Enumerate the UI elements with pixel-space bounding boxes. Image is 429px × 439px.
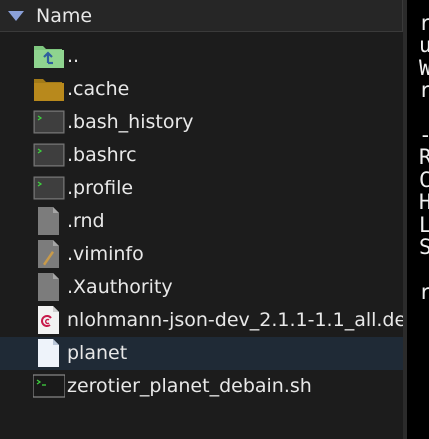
file-name-label: .bash_history: [67, 111, 194, 133]
terminal-line: -: [419, 124, 429, 146]
file-name-label: .cache: [67, 78, 130, 100]
parent-folder-icon: [33, 42, 65, 70]
file-row-zerotier-planet-debain-sh[interactable]: zerotier_planet_debain.sh: [0, 370, 403, 403]
column-header-name[interactable]: Name: [0, 0, 403, 32]
terminal-line: r: [419, 11, 429, 35]
terminal-file-icon: [33, 108, 65, 136]
generic-file-icon: [33, 207, 65, 235]
text-edit-file-icon: [33, 240, 65, 268]
file-row-bash-history[interactable]: .bash_history: [0, 106, 403, 139]
file-name-label: .viminfo: [67, 243, 144, 265]
file-list-panel: Name .. .cache .bash_history .bashrc .profil…: [0, 0, 403, 439]
terminal-line: R: [419, 145, 429, 170]
file-row-viminfo[interactable]: .viminfo: [0, 238, 403, 271]
terminal-file-icon: [33, 141, 65, 169]
terminal-line: u: [419, 33, 429, 58]
sort-descending-triangle-icon[interactable]: [8, 11, 24, 21]
file-name-label: .bashrc: [67, 144, 137, 166]
file-row-xauthority[interactable]: .Xauthority: [0, 271, 403, 304]
terminal-line: W: [419, 55, 429, 80]
terminal-line: C: [419, 167, 429, 192]
file-name-label: planet: [67, 342, 128, 364]
file-row-planet[interactable]: planet: [0, 337, 403, 370]
file-list: .. .cache .bash_history .bashrc .profile .rnd…: [0, 40, 403, 403]
file-name-label: zerotier_planet_debain.sh: [67, 375, 312, 397]
terminal-line: r: [419, 78, 429, 103]
file-name-label: .Xauthority: [67, 276, 173, 298]
generic-file-icon: [33, 273, 65, 301]
terminal-line: H: [419, 190, 429, 215]
debian-package-icon: [33, 306, 65, 334]
file-name-label: nlohmann-json-dev_2.1.1-1.1_all.deb: [67, 309, 403, 331]
column-header-label: Name: [36, 5, 93, 27]
white-file-icon: [33, 339, 65, 367]
file-row-parent[interactable]: ..: [0, 40, 403, 73]
terminal-line: r: [419, 279, 429, 304]
file-row-profile[interactable]: .profile: [0, 172, 403, 205]
terminal-line: S: [419, 235, 429, 259]
shell-script-icon: [32, 372, 66, 400]
terminal-line: L: [419, 212, 429, 237]
file-row-rnd[interactable]: .rnd: [0, 205, 403, 238]
terminal-pane[interactable]: ruWr-RCHLSr: [407, 0, 429, 439]
file-name-label: ..: [67, 45, 80, 67]
terminal-file-icon: [33, 174, 65, 202]
file-row-cache[interactable]: .cache: [0, 73, 403, 106]
folder-icon: [33, 75, 65, 103]
file-name-label: .rnd: [67, 210, 105, 232]
file-row-nlohmann-json-dev-2-1-1-1-1-all-deb[interactable]: nlohmann-json-dev_2.1.1-1.1_all.deb: [0, 304, 403, 337]
file-name-label: .profile: [67, 177, 134, 199]
file-row-bashrc[interactable]: .bashrc: [0, 139, 403, 172]
